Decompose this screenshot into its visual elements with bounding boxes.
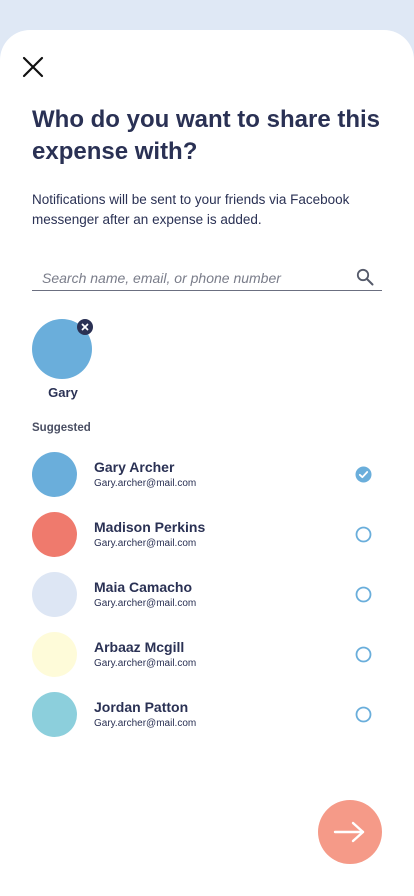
contact-name: Madison Perkins [94,519,206,535]
contact-email: Gary.archer@mail.com [94,478,197,489]
contact-name: Gary Archer [94,459,175,475]
remove-friend-button[interactable] [77,319,93,335]
select-radio[interactable] [355,526,372,543]
search-bar [32,266,382,291]
avatar [32,692,77,737]
select-radio[interactable] [355,466,372,483]
contact-name: Arbaaz Mcgill [94,639,185,655]
avatar [32,572,77,617]
radio-unchecked-icon [355,706,372,723]
remove-icon [81,323,89,331]
list-item[interactable]: Maia Camacho Gary.archer@mail.com [32,572,382,632]
list-item[interactable]: Arbaaz Mcgill Gary.archer@mail.com [32,632,382,692]
selected-friend-name: Gary [48,385,78,400]
contact-list: Gary Archer Gary.archer@mail.com Madison… [32,452,382,752]
avatar [32,452,77,497]
close-icon [22,56,44,78]
search-icon[interactable] [356,268,374,286]
selected-friend-chip: Gary [32,319,94,403]
page-title: Who do you want to share this expense wi… [32,106,380,165]
avatar [32,512,77,557]
radio-unchecked-icon [355,646,372,663]
page-subtitle: Notifications will be sent to your frien… [32,192,350,227]
arrow-right-icon [333,821,365,843]
contact-email: Gary.archer@mail.com [94,598,197,609]
list-item[interactable]: Gary Archer Gary.archer@mail.com [32,452,382,512]
avatar [32,632,77,677]
next-button[interactable] [318,800,382,864]
suggested-heading: Suggested [32,422,91,434]
contact-name: Jordan Patton [94,699,189,715]
radio-unchecked-icon [355,586,372,603]
contact-email: Gary.archer@mail.com [94,538,197,549]
radio-unchecked-icon [355,526,372,543]
select-radio[interactable] [355,646,372,663]
check-icon [355,466,372,483]
share-sheet: Who do you want to share this expense wi… [0,30,414,896]
contact-name: Maia Camacho [94,579,193,595]
contact-email: Gary.archer@mail.com [94,658,197,669]
close-button[interactable] [20,54,46,80]
list-item[interactable]: Madison Perkins Gary.archer@mail.com [32,512,382,572]
list-item[interactable]: Jordan Patton Gary.archer@mail.com [32,692,382,752]
contact-email: Gary.archer@mail.com [94,718,197,729]
select-radio[interactable] [355,706,372,723]
search-input[interactable] [32,266,342,290]
select-radio[interactable] [355,586,372,603]
